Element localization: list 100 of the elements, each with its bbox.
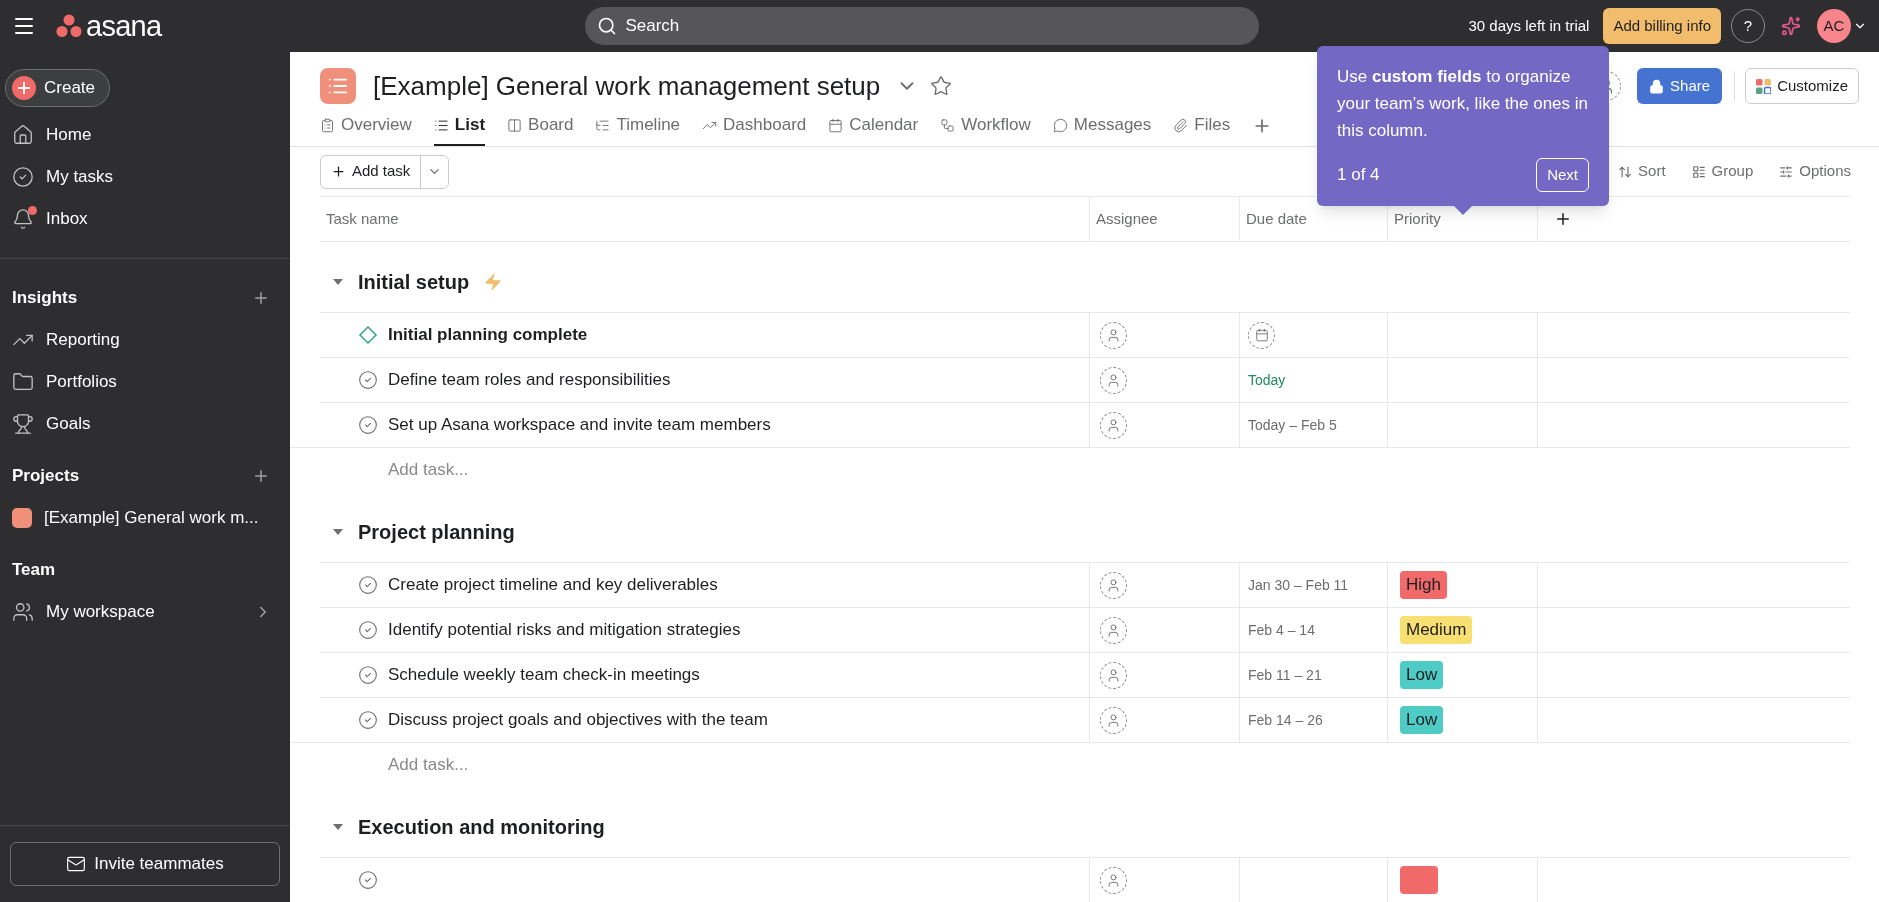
due-date: Today – Feb 5 <box>1248 415 1337 435</box>
invite-teammates-button[interactable]: Invite teammates <box>10 842 280 886</box>
sidebar-heading: Team <box>12 559 56 582</box>
view-tab[interactable]: Messages <box>1052 106 1152 146</box>
bell-icon <box>12 208 34 230</box>
view-tab[interactable]: Files <box>1173 106 1231 146</box>
project-list-icon <box>320 68 356 104</box>
view-tab[interactable]: Calendar <box>828 106 919 146</box>
search-field[interactable]: Search <box>585 7 1260 45</box>
plus-icon <box>12 76 36 100</box>
priority-tag: High <box>1400 571 1447 599</box>
sparkle-icon[interactable] <box>1781 16 1801 36</box>
mail-icon <box>66 854 87 874</box>
milestone-diamond-icon[interactable] <box>358 325 378 345</box>
task-name[interactable]: Schedule weekly team check-in meetings <box>388 662 700 688</box>
task-name[interactable]: Create project timeline and key deliverables <box>388 572 718 598</box>
priority-tag: Low <box>1400 661 1444 689</box>
calendar-icon <box>828 117 844 133</box>
search-icon <box>597 16 618 36</box>
group-icon <box>1691 164 1706 179</box>
task-name[interactable]: Initial planning complete <box>388 322 588 348</box>
task-name[interactable]: Discuss project goals and objectives with the team <box>388 707 768 733</box>
speech-bubble-icon <box>1052 117 1068 133</box>
section-title[interactable]: Execution and monitoring <box>358 812 605 842</box>
task-name[interactable]: Identify potential risks and mitigation strategies <box>388 617 741 643</box>
list-icon <box>433 117 449 133</box>
sidebar-link[interactable]: Reporting <box>12 319 278 361</box>
column-header[interactable]: Due date <box>1246 207 1307 231</box>
view-tab[interactable]: List <box>433 106 486 146</box>
toolbar-action[interactable]: Options <box>1779 160 1851 183</box>
logo-dots-icon <box>56 14 82 38</box>
add-task-link[interactable]: Add task... <box>388 457 469 483</box>
complete-check-icon[interactable] <box>358 710 378 730</box>
people-icon <box>12 601 34 623</box>
complete-check-icon[interactable] <box>358 415 378 435</box>
complete-check-icon[interactable] <box>358 665 378 685</box>
complete-check-icon[interactable] <box>358 620 378 640</box>
lock-icon <box>1649 78 1665 94</box>
complete-check-icon[interactable] <box>358 870 378 890</box>
due-date: Today <box>1248 370 1286 390</box>
create-button[interactable]: Create <box>5 69 111 107</box>
sidebar-link[interactable]: [Example] General work m... <box>12 497 278 539</box>
nav-link[interactable]: My tasks <box>12 156 278 198</box>
nav-link[interactable]: Inbox <box>12 198 278 240</box>
nav-link[interactable]: Home <box>12 114 278 156</box>
view-tab[interactable]: Board <box>507 106 574 146</box>
due-date: Jan 30 – Feb 11 <box>1248 575 1349 595</box>
add-icon[interactable] <box>252 467 270 485</box>
sidebar-link[interactable]: My workspace <box>12 591 278 633</box>
sidebar-link[interactable]: Goals <box>12 403 278 445</box>
section-title[interactable]: Initial setup <box>358 267 470 297</box>
board-icon <box>507 117 523 133</box>
add-column-icon[interactable] <box>1554 210 1572 228</box>
sliders-icon <box>1779 164 1794 179</box>
sidebar-heading: Insights <box>12 287 78 310</box>
star-icon[interactable] <box>930 75 953 97</box>
folder-icon <box>12 371 34 393</box>
timeline-icon <box>595 117 611 133</box>
check-circle-icon <box>12 166 34 188</box>
due-date: Feb 14 – 26 <box>1248 710 1323 730</box>
share-button[interactable]: Share <box>1637 68 1723 104</box>
add-billing-button[interactable]: Add billing info <box>1603 8 1721 44</box>
home-icon <box>12 124 34 146</box>
trophy-icon <box>12 413 34 435</box>
view-tab[interactable]: Overview <box>320 106 412 146</box>
view-tab[interactable]: Timeline <box>595 106 681 146</box>
workflow-icon <box>940 117 956 133</box>
add-task-button[interactable]: Add task <box>321 155 422 188</box>
view-tab[interactable]: Workflow <box>940 106 1031 146</box>
tooltip-message: Use custom fields to organize your team’s work, like the ones in this column. <box>1337 66 1589 142</box>
next-button[interactable]: Next <box>1536 158 1589 192</box>
clipboard-icon <box>320 117 335 133</box>
tiles-icon <box>1756 78 1772 94</box>
add-task-link[interactable]: Add task... <box>388 752 469 778</box>
add-icon[interactable] <box>252 289 270 307</box>
view-tab[interactable]: Dashboard <box>702 106 807 146</box>
sidebar-link[interactable]: Portfolios <box>12 361 278 403</box>
toolbar-action[interactable]: Sort <box>1618 160 1666 183</box>
due-date: Feb 11 – 21 <box>1248 665 1322 685</box>
column-header[interactable]: Assignee <box>1096 207 1158 231</box>
toolbar-action[interactable]: Group <box>1691 160 1754 183</box>
sidebar-heading: Projects <box>12 465 80 488</box>
column-header[interactable]: Task name <box>326 207 399 231</box>
paperclip-icon <box>1173 117 1189 133</box>
complete-check-icon[interactable] <box>358 575 378 595</box>
customize-button[interactable]: Customize <box>1745 68 1859 104</box>
priority-tag: Low <box>1400 706 1444 734</box>
sort-icon <box>1618 164 1633 179</box>
task-name[interactable]: Set up Asana workspace and invite team members <box>388 412 771 438</box>
logo-wordmark: asana <box>86 11 162 41</box>
plus-icon <box>331 164 346 179</box>
priority-tag: Medium <box>1400 616 1473 644</box>
step-counter: 1 of 4 <box>1337 164 1380 187</box>
user-avatar[interactable]: AC <box>1817 9 1851 43</box>
due-date: Feb 4 – 14 <box>1248 620 1315 640</box>
section-title[interactable]: Project planning <box>358 517 515 547</box>
task-name[interactable]: Define team roles and responsibilities <box>388 367 671 393</box>
complete-check-icon[interactable] <box>358 370 378 390</box>
project-title[interactable]: [Example] General work management setup <box>373 66 881 106</box>
column-header[interactable]: Priority <box>1394 207 1441 231</box>
